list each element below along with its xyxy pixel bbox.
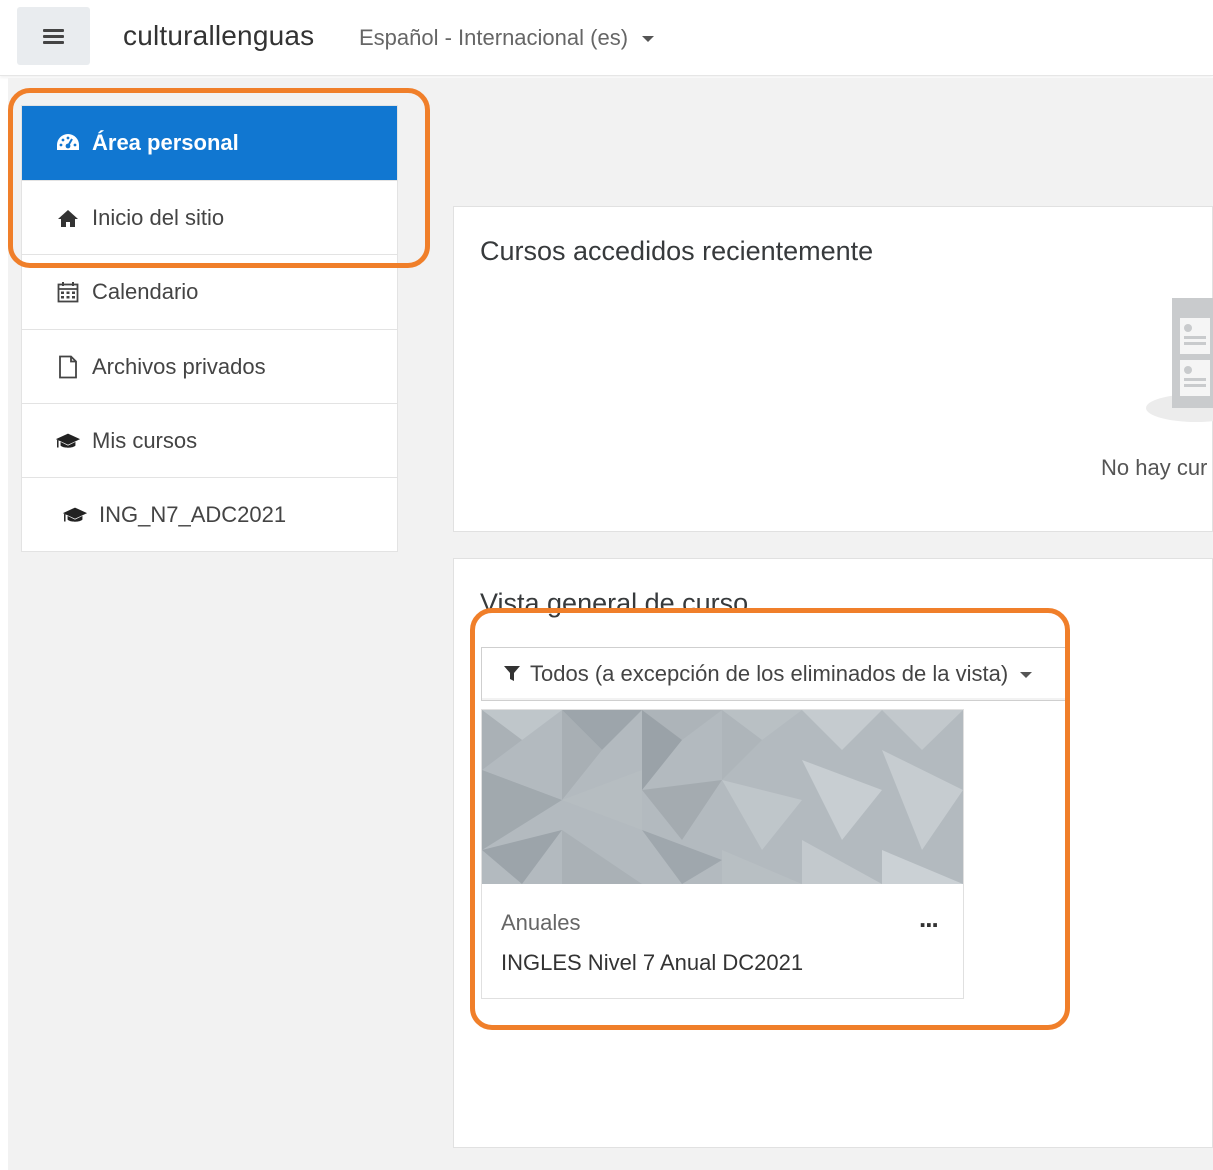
sidebar-item-course-ing-n7[interactable]: ING_N7_ADC2021 (22, 477, 397, 551)
language-selector[interactable]: Español ‎- Internacional ‎(es)‎ (359, 25, 655, 51)
sidebar-item-label: Área personal (92, 130, 239, 155)
sidebar-item-label: Mis cursos (92, 427, 198, 453)
dashboard-icon (55, 131, 81, 155)
more-options-icon: ... (919, 903, 939, 933)
graduation-cap-icon (62, 503, 88, 527)
sidebar-item-label: Archivos privados (92, 353, 266, 379)
graduation-cap-icon (55, 429, 81, 453)
sidebar-nav: Área personal Inicio del sitio (21, 105, 398, 255)
hamburger-icon (43, 26, 64, 47)
filter-icon (503, 665, 521, 683)
sidebar-item-inicio-del-sitio[interactable]: Inicio del sitio (22, 180, 397, 254)
no-courses-text: No hay cur (1101, 455, 1208, 480)
file-icon (55, 355, 81, 379)
sidebar-item-label: Calendario (92, 279, 199, 304)
sidebar-item-calendario[interactable]: Calendario (22, 255, 397, 329)
recent-courses-title: Cursos accedidos recientemente (480, 236, 874, 266)
empty-courses-illustration-icon (1146, 298, 1213, 422)
top-navbar: culturallenguas Español ‎- Internacional… (0, 0, 1213, 76)
sidebar-item-area-personal[interactable]: Área personal (22, 106, 397, 180)
sidebar-item-archivos-privados[interactable]: Archivos privados (22, 329, 397, 403)
course-name-link[interactable]: INGLES Nivel 7 Anual DC2021 (501, 950, 803, 976)
course-image (482, 710, 963, 884)
sidebar-item-label: Inicio del sitio (92, 204, 225, 230)
sidebar-item-mis-cursos[interactable]: Mis cursos (22, 403, 397, 477)
course-overview-title: Vista general de curso (480, 588, 749, 618)
sidebar-nav-secondary: Calendario Archivos privados Mis cursos … (21, 254, 398, 552)
caret-down-icon (1020, 672, 1033, 678)
sidebar-item-label: ING_N7_ADC2021 (99, 501, 287, 527)
filter-label: Todos (a excepción de los eliminados de … (530, 661, 1009, 686)
course-category: Anuales (501, 910, 581, 935)
course-menu-button[interactable]: ... (919, 903, 939, 934)
home-icon (55, 206, 81, 230)
caret-down-icon (642, 36, 655, 42)
course-card[interactable]: Anuales INGLES Nivel 7 Anual DC2021 ... (481, 709, 964, 999)
course-filter-dropdown[interactable]: Todos (a excepción de los eliminados de … (481, 647, 1069, 701)
menu-toggle-button[interactable] (17, 7, 90, 65)
calendar-icon (55, 280, 81, 304)
language-label: Español ‎- Internacional ‎(es)‎ (359, 25, 629, 50)
site-brand[interactable]: culturallenguas (123, 20, 314, 52)
